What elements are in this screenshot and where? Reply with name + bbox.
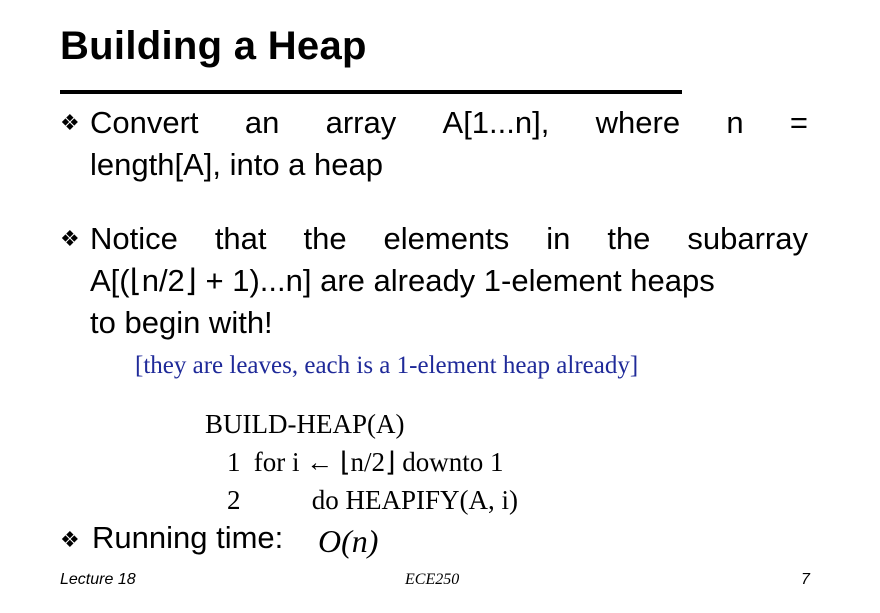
word: that [214, 221, 267, 256]
bullet-2-line-1: Notice that the elements in the subarray [90, 218, 808, 260]
algorithm-header: BUILD-HEAP(A) [205, 409, 405, 439]
bullet-1: Convert an array A[1...n], where n = len… [90, 102, 808, 186]
build-heap-pseudocode: BUILD-HEAP(A) 1 for i ← ⌊n/2⌋ downto 1 2… [205, 405, 518, 519]
word: in [546, 221, 571, 256]
footer-lecture: Lecture 18 [60, 571, 136, 588]
bullet-2-line-2: A[(⌊n/2⌋ + 1)...n] are already 1-element… [90, 263, 715, 298]
word: the [607, 221, 651, 256]
running-time-formula: O(n) [318, 523, 379, 559]
word: where [595, 105, 681, 140]
diamond-bullet-icon: ❖ [60, 227, 80, 252]
algorithm-line-2: 2 do HEAPIFY(A, i) [205, 481, 518, 519]
algorithm-line-text: do HEAPIFY(A, i) [311, 485, 518, 515]
word: the [303, 221, 347, 256]
slide-title: Building a Heap [60, 24, 367, 68]
line-number: 1 [227, 447, 241, 477]
footer-course: ECE250 [405, 571, 460, 588]
word: Notice [90, 221, 178, 256]
diamond-bullet-icon: ❖ [60, 528, 80, 553]
word: an [244, 105, 280, 140]
word: array [325, 105, 397, 140]
word: Convert [90, 105, 199, 140]
word: A[1...n], [442, 105, 550, 140]
footer-page-number: 7 [801, 571, 810, 588]
line-number: 2 [227, 485, 241, 515]
running-time-label: Running time: [92, 520, 284, 555]
diamond-bullet-icon: ❖ [60, 111, 80, 136]
bullet-1-line-1: Convert an array A[1...n], where n = [90, 102, 808, 144]
leaves-note: [they are leaves, each is a 1-element he… [135, 352, 639, 379]
bullet-2: Notice that the elements in the subarray… [90, 218, 808, 344]
algorithm-line-1: 1 for i ← ⌊n/2⌋ downto 1 [205, 443, 518, 481]
word: subarray [687, 221, 808, 256]
algorithm-line-text: for i ← ⌊n/2⌋ downto 1 [253, 447, 504, 477]
word: = [789, 105, 808, 140]
word: n [726, 105, 744, 140]
bullet-2-line-3: to begin with! [90, 305, 273, 340]
bullet-1-line-2: length[A], into a heap [90, 147, 384, 182]
word: elements [383, 221, 510, 256]
title-underline [60, 90, 682, 94]
